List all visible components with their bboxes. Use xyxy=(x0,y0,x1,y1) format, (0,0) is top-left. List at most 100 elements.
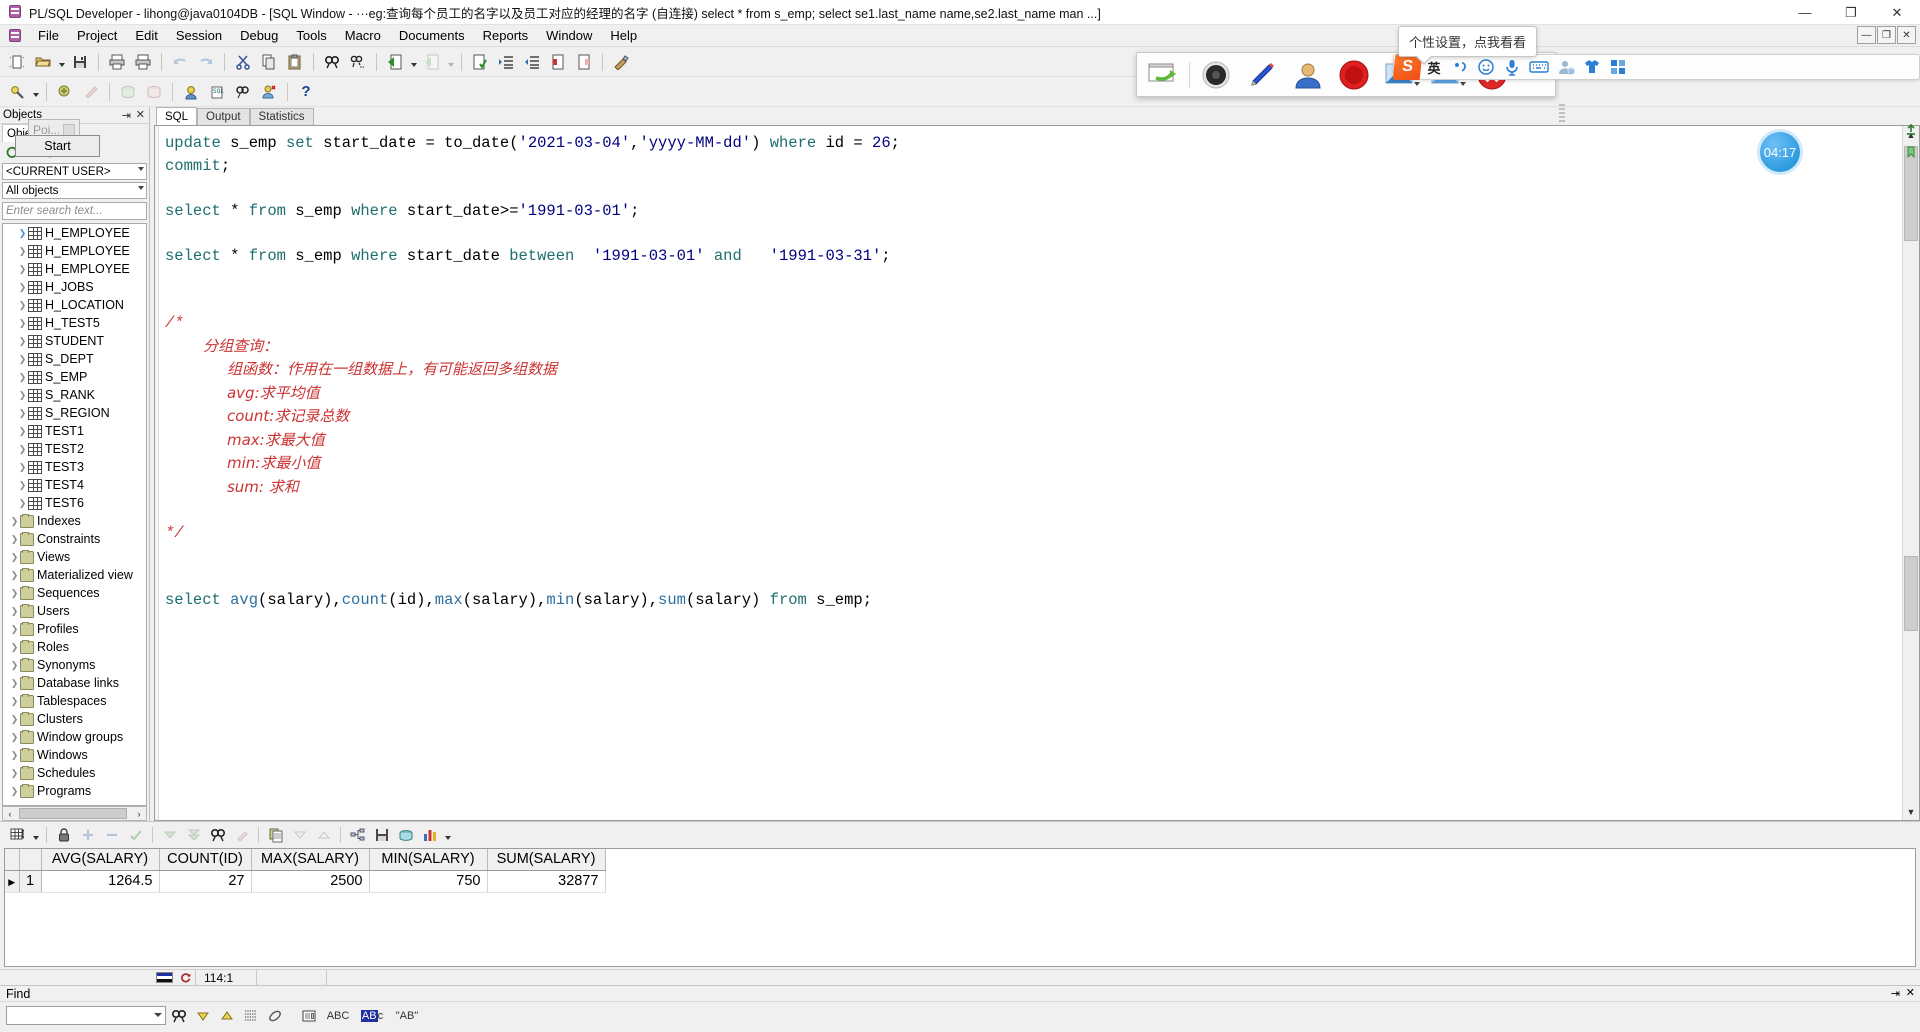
menu-debug[interactable]: Debug xyxy=(231,26,287,45)
regex-icon[interactable]: "AB" xyxy=(390,1006,424,1026)
execute-icon[interactable] xyxy=(382,50,408,74)
post-changes-icon[interactable] xyxy=(124,824,147,846)
tab-statistics[interactable]: Statistics xyxy=(249,108,314,125)
find-icon[interactable] xyxy=(206,824,229,846)
bookmark-icon[interactable] xyxy=(1904,145,1918,159)
tree-item-profiles[interactable]: ❯ Profiles xyxy=(3,620,146,638)
menu-project[interactable]: Project xyxy=(68,26,126,45)
explain-plan-icon[interactable] xyxy=(467,50,493,74)
export-db-icon[interactable] xyxy=(394,824,417,846)
chevron-right-icon[interactable]: ❯ xyxy=(9,624,20,635)
tree-item-clusters[interactable]: ❯ Clusters xyxy=(3,710,146,728)
recorder-drag-handle[interactable] xyxy=(1557,103,1567,127)
tree-item-tablespaces[interactable]: ❯ Tablespaces xyxy=(3,692,146,710)
tree-item-users[interactable]: ❯ Users xyxy=(3,602,146,620)
tree-item-database-links[interactable]: ❯ Database links xyxy=(3,674,146,692)
chevron-right-icon[interactable]: ❯ xyxy=(9,786,20,797)
tree-item-test6[interactable]: ❯ TEST6 xyxy=(3,494,146,512)
chevron-right-icon[interactable]: ❯ xyxy=(9,732,20,743)
execute-dropdown-caret[interactable] xyxy=(408,50,419,74)
chevron-right-icon[interactable]: ❯ xyxy=(9,570,20,581)
lock-icon[interactable] xyxy=(52,824,75,846)
pin-icon[interactable]: ⇥ xyxy=(122,109,131,122)
next-set-icon[interactable] xyxy=(158,824,181,846)
user-icon[interactable]: 10 xyxy=(1553,54,1579,80)
scroll-down-icon[interactable]: ▼ xyxy=(1903,803,1919,820)
chevron-right-icon[interactable]: ❯ xyxy=(17,426,28,437)
chevron-right-icon[interactable]: ❯ xyxy=(9,714,20,725)
find-dialog-icon[interactable] xyxy=(298,1006,320,1026)
tree-item-materialized-view[interactable]: ❯ Materialized view xyxy=(3,566,146,584)
tree-item-test1[interactable]: ❯ TEST1 xyxy=(3,422,146,440)
chevron-right-icon[interactable]: ❯ xyxy=(17,228,28,239)
scrollbar-thumb[interactable] xyxy=(1904,146,1918,241)
tree-item-roles[interactable]: ❯ Roles xyxy=(3,638,146,656)
indent-icon[interactable] xyxy=(493,50,519,74)
chevron-right-icon[interactable]: ❯ xyxy=(17,264,28,275)
tree-item-h-location[interactable]: ❯ H_LOCATION xyxy=(3,296,146,314)
scroll-right-icon[interactable]: › xyxy=(132,809,146,819)
code-editor[interactable]: update s_emp set start_date = to_date('2… xyxy=(154,125,1920,821)
sql-code-text[interactable]: update s_emp set start_date = to_date('2… xyxy=(159,126,1902,820)
find-next-icon[interactable] xyxy=(345,50,371,74)
tab-output[interactable]: Output xyxy=(197,108,250,125)
copy-icon[interactable] xyxy=(256,50,282,74)
rollback-icon[interactable] xyxy=(115,80,141,104)
skin-icon[interactable] xyxy=(1579,54,1605,80)
test-window-icon[interactable] xyxy=(52,80,78,104)
chevron-right-icon[interactable]: ❯ xyxy=(17,372,28,383)
sql-caret[interactable] xyxy=(30,80,41,104)
tree-item-s-emp[interactable]: ❯ S_EMP xyxy=(3,368,146,386)
outdent-icon[interactable] xyxy=(519,50,545,74)
record-start-icon[interactable] xyxy=(1332,55,1376,95)
chevron-right-icon[interactable]: ❯ xyxy=(9,606,20,617)
cell-avg-salary[interactable]: 1264.5 xyxy=(41,870,160,893)
match-word-icon[interactable]: AB c xyxy=(356,1006,388,1026)
menu-file[interactable]: File xyxy=(29,26,68,45)
chevron-right-icon[interactable]: ❯ xyxy=(17,390,28,401)
mdi-restore-button[interactable]: ❐ xyxy=(1877,26,1896,44)
find-input[interactable] xyxy=(6,1006,166,1025)
grid-layout-caret[interactable] xyxy=(30,823,41,847)
cell-sum-salary[interactable]: 32877 xyxy=(487,870,606,893)
open-dropdown-caret[interactable] xyxy=(56,50,67,74)
emoji-icon[interactable] xyxy=(1473,54,1499,80)
refresh-status-icon[interactable] xyxy=(177,972,195,984)
find-icon[interactable] xyxy=(168,1006,190,1026)
toolbox-icon[interactable] xyxy=(1605,54,1631,80)
menu-macro[interactable]: Macro xyxy=(336,26,390,45)
tree-item-test4[interactable]: ❯ TEST4 xyxy=(3,476,146,494)
cell-max-salary[interactable]: 2500 xyxy=(251,870,370,893)
editor-vertical-scrollbar[interactable]: ▲ ▼ xyxy=(1902,126,1919,820)
tree-item-h-employee[interactable]: ❯ H_EMPLOYEE xyxy=(3,224,146,242)
object-filter-select[interactable]: All objects xyxy=(2,182,147,199)
menu-edit[interactable]: Edit xyxy=(126,26,166,45)
column-header-count[interactable]: COUNT(ID) xyxy=(159,849,252,871)
start-button[interactable]: Start xyxy=(15,135,100,157)
chevron-right-icon[interactable]: ❯ xyxy=(17,300,28,311)
comment-icon[interactable] xyxy=(545,50,571,74)
command-window-icon[interactable] xyxy=(78,80,104,104)
close-button[interactable]: ✕ xyxy=(1874,0,1920,25)
chevron-right-icon[interactable]: ❯ xyxy=(9,588,20,599)
chevron-down-icon[interactable] xyxy=(154,1013,162,1017)
tree-item-indexes[interactable]: ❯ Indexes xyxy=(3,512,146,530)
tree-item-windows[interactable]: ❯ Windows xyxy=(3,746,146,764)
chevron-right-icon[interactable]: ❯ xyxy=(17,498,28,509)
chevron-down-icon[interactable] xyxy=(1460,81,1466,86)
chevron-right-icon[interactable]: ❯ xyxy=(17,336,28,347)
chevron-right-icon[interactable]: ❯ xyxy=(17,246,28,257)
tree-item-s-rank[interactable]: ❯ S_RANK xyxy=(3,386,146,404)
results-grid[interactable]: AVG(SALARY) COUNT(ID) MAX(SALARY) MIN(SA… xyxy=(4,848,1916,967)
tree-item-test2[interactable]: ❯ TEST2 xyxy=(3,440,146,458)
add-row-icon[interactable] xyxy=(76,824,99,846)
mdi-minimize-button[interactable]: — xyxy=(1857,26,1876,44)
soft-keyboard-icon[interactable] xyxy=(1525,54,1553,80)
chevron-down-icon[interactable] xyxy=(1414,81,1420,86)
menu-documents[interactable]: Documents xyxy=(390,26,474,45)
tree-item-s-region[interactable]: ❯ S_REGION xyxy=(3,404,146,422)
menu-session[interactable]: Session xyxy=(167,26,231,45)
column-header-sum[interactable]: SUM(SALARY) xyxy=(487,849,606,871)
menu-reports[interactable]: Reports xyxy=(474,26,538,45)
session-icon[interactable] xyxy=(178,80,204,104)
